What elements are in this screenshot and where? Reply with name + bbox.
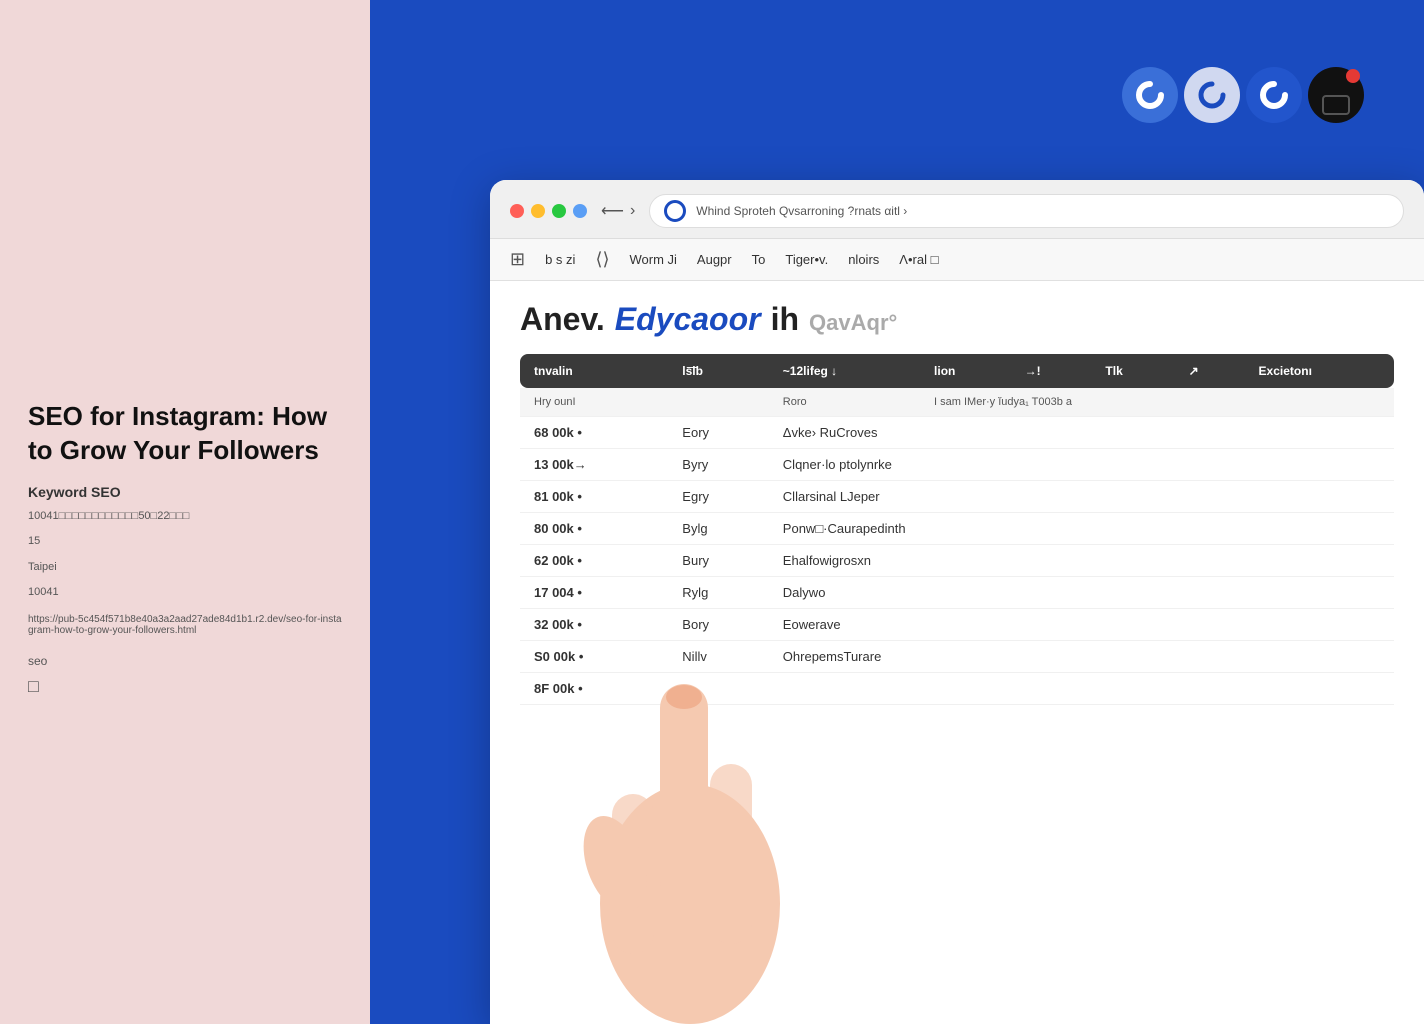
table-sub-header: Hry ounI Roro I sam IMer·y ĭudya₁ T003b …	[520, 388, 1394, 417]
sub-header-1: Hry ounI	[520, 388, 769, 417]
maximize-button[interactable]	[552, 204, 566, 218]
sub-header-3: I sam IMer·y ĭudya₁ T003b a	[920, 388, 1394, 417]
cell-volume: 68 00k •	[520, 417, 668, 449]
toolbar-item-nloirs[interactable]: nloirs	[848, 252, 879, 267]
col-header-6: Tlk	[1091, 354, 1174, 388]
cell-keyword: Dalywo	[769, 577, 1394, 609]
toolbar-item-1[interactable]: b s zi	[545, 252, 575, 267]
col-header-4: lion	[920, 354, 1011, 388]
browser-toolbar: ⊞ b s zi ⟨⟩ Worm Ji Augpr To Tiger•v. nl…	[490, 239, 1424, 281]
col-header-5: →!	[1011, 354, 1092, 388]
toolbar-item-te[interactable]: To	[752, 252, 766, 267]
address-bar[interactable]: Whind Sproteh Qvsarroning ?rnats αitl ›	[649, 194, 1404, 228]
toolbar-item-tigev[interactable]: Tiger•v.	[785, 252, 828, 267]
top-blue-header	[370, 0, 1424, 190]
browser-chrome: ⟵ › Whind Sproteh Qvsarroning ?rnats αit…	[490, 180, 1424, 239]
left-panel: SEO for Instagram: How to Grow Your Foll…	[0, 0, 370, 1024]
heading-part3: ih	[771, 301, 799, 338]
meta-line2: 15	[28, 533, 342, 551]
col-header-8: Excietonı	[1245, 354, 1394, 388]
logo-icon-1	[1122, 67, 1178, 123]
nav-back-forward[interactable]: ⟵ ›	[601, 201, 635, 221]
cell-diff: Byry	[668, 449, 769, 481]
heading-part4: QavAqr°	[809, 310, 897, 336]
cell-keyword	[769, 673, 1394, 705]
table-row: 13 00k→ Byry Clqner·lo ptolynrke	[520, 449, 1394, 481]
cell-diff: Egry	[668, 481, 769, 513]
hand-overlay	[550, 524, 830, 1024]
heading-part2: Edycaoor	[615, 301, 761, 338]
toolbar-item-aral[interactable]: Ʌ•ral □	[899, 252, 938, 267]
meta-line3: Taipei	[28, 559, 342, 577]
logo-icon-4	[1308, 67, 1364, 123]
cell-volume: 13 00k→	[520, 449, 668, 481]
traffic-lights	[510, 204, 587, 218]
back-icon[interactable]: ⟵	[601, 201, 624, 221]
meta-line4: 10041	[28, 584, 342, 602]
right-area: ⟵ › Whind Sproteh Qvsarroning ?rnats αit…	[370, 0, 1424, 1024]
cell-volume: 81 00k •	[520, 481, 668, 513]
minimize-button[interactable]	[531, 204, 545, 218]
tag-seo: seo	[28, 654, 342, 668]
toolbar-icon-home[interactable]: ⊞	[510, 249, 525, 270]
forward-icon[interactable]: ›	[630, 202, 635, 220]
tag-icon: □	[28, 676, 342, 697]
cell-keyword: Clqner·lo ptolynrke	[769, 449, 1394, 481]
sub-header-2: Roro	[769, 388, 920, 417]
browser-window: ⟵ › Whind Sproteh Qvsarroning ?rnats αit…	[490, 180, 1424, 1024]
col-header-7: ↗	[1175, 354, 1245, 388]
site-security-icon	[664, 200, 686, 222]
cell-keyword: Ehalfowigrosxn	[769, 545, 1394, 577]
page-heading: Anev. Edycaoor ih QavAqr°	[520, 301, 1394, 338]
cell-keyword: Ponw□·Caurapedinth	[769, 513, 1394, 545]
table-header-row: tnvalin ls͞lb ~12lifeg ↓ lion →! Tlk ↗ E…	[520, 354, 1394, 388]
toolbar-icon-share[interactable]: ⟨⟩	[595, 249, 609, 270]
col-header-3: ~12lifeg ↓	[769, 354, 920, 388]
cell-keyword: Cllarsinal LJeper	[769, 481, 1394, 513]
article-title: SEO for Instagram: How to Grow Your Foll…	[28, 400, 342, 468]
article-url: https://pub-5c454f571b8e40a3a2aad27ade84…	[28, 614, 342, 636]
col-header-2: ls͞lb	[668, 354, 769, 388]
red-dot	[1346, 69, 1360, 83]
heading-part1: Anev.	[520, 301, 605, 338]
logo-group	[1122, 67, 1364, 123]
close-button[interactable]	[510, 204, 524, 218]
cell-keyword: Eowerave	[769, 609, 1394, 641]
table-row: 68 00k • Eory Δvke› RuCroves	[520, 417, 1394, 449]
col-header-1: tnvalin	[520, 354, 668, 388]
cell-keyword: OhrepemsTurare	[769, 641, 1394, 673]
keyword-label: Keyword SEO	[28, 484, 342, 500]
logo-icon-3	[1246, 67, 1302, 123]
toolbar-item-augpr[interactable]: Augpr	[697, 252, 732, 267]
toolbar-item-worm[interactable]: Worm Ji	[629, 252, 676, 267]
cell-diff: Eory	[668, 417, 769, 449]
extra-tab-button[interactable]	[573, 204, 587, 218]
meta-line1: 10041□□□□□□□□□□□□50□22□□□	[28, 508, 342, 526]
cell-keyword: Δvke› RuCroves	[769, 417, 1394, 449]
address-text: Whind Sproteh Qvsarroning ?rnats αitl ›	[696, 204, 907, 218]
table-row: 81 00k • Egry Cllarsinal LJeper	[520, 481, 1394, 513]
logo-icon-2	[1184, 67, 1240, 123]
